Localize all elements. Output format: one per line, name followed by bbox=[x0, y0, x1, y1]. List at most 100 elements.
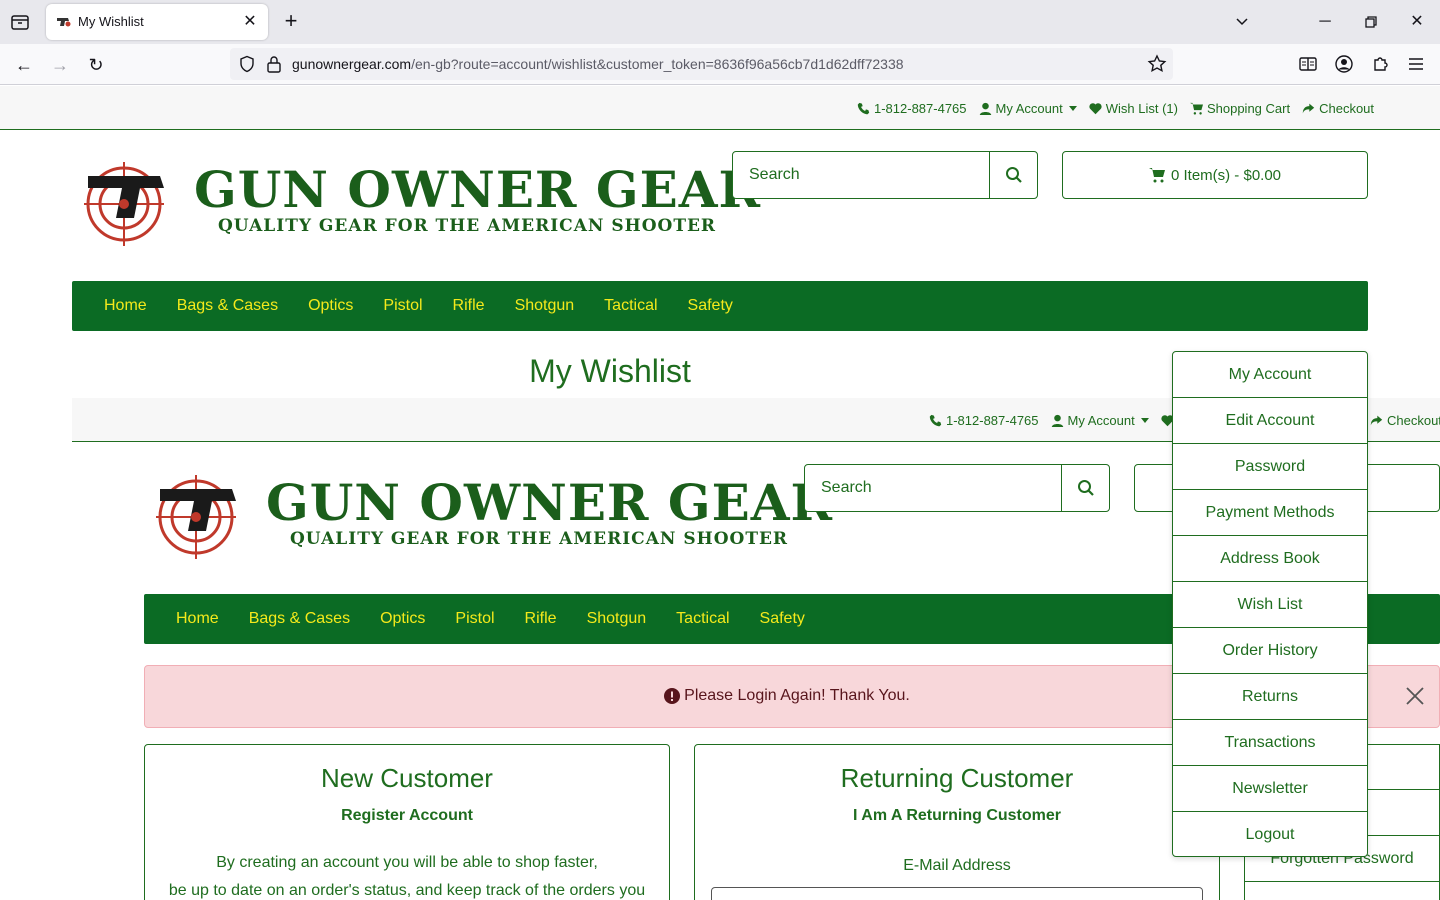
caret-down-icon bbox=[1140, 417, 1149, 423]
phone-icon bbox=[929, 414, 942, 426]
url-path: /en-gb?route=account/wishlist&customer_t… bbox=[411, 56, 904, 72]
extensions-icon[interactable] bbox=[1369, 53, 1391, 75]
target-pistol-icon bbox=[84, 162, 164, 246]
search-icon bbox=[1005, 167, 1022, 183]
heart-icon bbox=[1089, 102, 1102, 114]
dropdown-item-address-book[interactable]: Address Book bbox=[1173, 536, 1367, 582]
my-account-label: My Account bbox=[995, 100, 1063, 116]
search-input[interactable] bbox=[733, 152, 989, 198]
site-logo[interactable]: GUN OWNER GEAR QUALITY GEAR FOR THE AMER… bbox=[84, 158, 760, 258]
new-tab-icon[interactable]: + bbox=[280, 10, 302, 32]
address-bar[interactable]: gunownergear.com/en-gb?route=account/wis… bbox=[230, 48, 1173, 80]
search-box bbox=[732, 151, 1038, 199]
url-host: gunownergear.com bbox=[292, 56, 412, 72]
search-input[interactable] bbox=[805, 465, 1061, 511]
share-icon bbox=[1370, 415, 1383, 425]
close-tab-icon[interactable]: ✕ bbox=[240, 12, 260, 32]
main-menu: Home Bags & Cases Optics Pistol Rifle Shotgun… bbox=[72, 281, 1368, 331]
dropdown-item-returns[interactable]: Returns bbox=[1173, 674, 1367, 720]
new-customer-title: New Customer bbox=[321, 763, 493, 793]
tab-title: My Wishlist bbox=[78, 14, 144, 29]
description-line: be up to date on an order's status, and … bbox=[168, 882, 646, 899]
email-field[interactable] bbox=[711, 887, 1203, 900]
tab-list-icon[interactable] bbox=[8, 10, 32, 34]
menu-item-safety[interactable]: Safety bbox=[688, 297, 733, 315]
dropdown-item-edit-account[interactable]: Edit Account bbox=[1173, 398, 1367, 444]
caret-down-icon bbox=[1068, 105, 1077, 111]
returning-customer-title: Returning Customer bbox=[840, 763, 1074, 793]
new-customer-description: By creating an account you will be able … bbox=[145, 849, 669, 900]
new-customer-card: New Customer Register Account By creatin… bbox=[144, 744, 670, 900]
wish-list-link[interactable]: Wish List (1) bbox=[1089, 101, 1178, 116]
dropdown-item-newsletter[interactable]: Newsletter bbox=[1173, 766, 1367, 812]
returning-customer-heading: I Am A Returning Customer bbox=[852, 807, 1061, 824]
active-tab[interactable]: My Wishlist ✕ bbox=[46, 4, 268, 40]
dropdown-item-payment-methods[interactable]: Payment Methods bbox=[1173, 490, 1367, 536]
tracking-shield-icon[interactable] bbox=[238, 55, 256, 73]
app-menu-icon[interactable] bbox=[1405, 53, 1427, 75]
page-title: My Wishlist bbox=[529, 353, 691, 389]
bookmark-star-icon[interactable] bbox=[1147, 54, 1167, 74]
exclamation-circle-icon bbox=[664, 688, 681, 704]
phone-link[interactable]: 1-812-887-4765 bbox=[929, 413, 1039, 428]
menu-item-shotgun[interactable]: Shotgun bbox=[515, 297, 575, 315]
menu-item-pistol[interactable]: Pistol bbox=[455, 610, 494, 628]
account-icon[interactable] bbox=[1333, 53, 1355, 75]
my-account-link[interactable]: My Account bbox=[1051, 413, 1149, 428]
dropdown-item-wish-list[interactable]: Wish List bbox=[1173, 582, 1367, 628]
menu-item-tactical[interactable]: Tactical bbox=[676, 610, 729, 628]
dropdown-item-logout[interactable]: Logout bbox=[1173, 812, 1367, 856]
menu-item-bags-and-cases[interactable]: Bags & Cases bbox=[177, 297, 278, 315]
dropdown-item-password[interactable]: Password bbox=[1173, 444, 1367, 490]
shopping-cart-link[interactable]: Shopping Cart bbox=[1189, 100, 1291, 116]
user-icon bbox=[1051, 414, 1063, 427]
browser-nav-bar: ← → ↻ gunownergear.com/en-gb?route=accou… bbox=[0, 44, 1440, 85]
minimize-icon[interactable]: ─ bbox=[1311, 8, 1339, 36]
reader-view-icon[interactable] bbox=[1297, 53, 1319, 75]
my-account-link[interactable]: My Account bbox=[979, 101, 1077, 116]
phone-number: 1-812-887-4765 bbox=[874, 100, 967, 116]
close-alert-icon[interactable] bbox=[1403, 684, 1427, 708]
cart-summary-button[interactable]: 0 Item(s) - $0.00 bbox=[1062, 151, 1368, 199]
menu-item-optics[interactable]: Optics bbox=[308, 297, 353, 315]
sidebar-item[interactable] bbox=[1244, 882, 1440, 900]
phone-link[interactable]: 1-812-887-4765 bbox=[857, 101, 967, 116]
logo-tagline: QUALITY GEAR FOR THE AMERICAN SHOOTER bbox=[218, 216, 717, 236]
menu-item-bags-and-cases[interactable]: Bags & Cases bbox=[249, 610, 350, 628]
menu-item-home[interactable]: Home bbox=[176, 610, 219, 628]
back-icon[interactable]: ← bbox=[11, 52, 37, 78]
checkout-link[interactable]: Checkout bbox=[1370, 413, 1440, 428]
phone-icon bbox=[857, 102, 870, 114]
site-favicon-icon bbox=[56, 14, 72, 30]
menu-item-pistol[interactable]: Pistol bbox=[383, 297, 422, 315]
search-icon bbox=[1077, 480, 1094, 496]
description-line: By creating an account you will be able … bbox=[216, 854, 598, 871]
dropdown-item-my-account[interactable]: My Account bbox=[1173, 352, 1367, 398]
forward-icon[interactable]: → bbox=[47, 52, 73, 78]
nested-top-links: 1-812-887-4765 My Account bbox=[929, 398, 1174, 442]
menu-item-optics[interactable]: Optics bbox=[380, 610, 425, 628]
shopping-cart-label: Shopping Cart bbox=[1206, 100, 1291, 116]
restore-icon[interactable] bbox=[1357, 8, 1385, 36]
nested-checkout-link[interactable]: Checkout bbox=[1370, 398, 1440, 442]
list-all-tabs-icon[interactable] bbox=[1228, 8, 1256, 36]
url-text[interactable]: gunownergear.com/en-gb?route=account/wis… bbox=[292, 56, 904, 72]
menu-item-safety[interactable]: Safety bbox=[760, 610, 805, 628]
user-icon bbox=[979, 102, 991, 115]
checkout-link[interactable]: Checkout bbox=[1302, 101, 1374, 116]
search-button[interactable] bbox=[1061, 465, 1109, 511]
menu-item-tactical[interactable]: Tactical bbox=[604, 297, 657, 315]
checkout-label: Checkout bbox=[1387, 412, 1440, 428]
browser-tab-bar: My Wishlist ✕ + ─ ✕ bbox=[0, 0, 1440, 44]
search-button[interactable] bbox=[989, 152, 1037, 198]
dropdown-item-order-history[interactable]: Order History bbox=[1173, 628, 1367, 674]
reload-icon[interactable]: ↻ bbox=[83, 52, 109, 78]
menu-item-rifle[interactable]: Rifle bbox=[525, 610, 557, 628]
lock-icon[interactable] bbox=[266, 55, 282, 73]
menu-item-home[interactable]: Home bbox=[104, 297, 147, 315]
menu-item-rifle[interactable]: Rifle bbox=[453, 297, 485, 315]
nested-site-logo[interactable]: GUN OWNER GEAR QUALITY GEAR FOR THE AMER… bbox=[156, 471, 832, 571]
dropdown-item-transactions[interactable]: Transactions bbox=[1173, 720, 1367, 766]
close-window-icon[interactable]: ✕ bbox=[1403, 8, 1431, 36]
menu-item-shotgun[interactable]: Shotgun bbox=[587, 610, 647, 628]
